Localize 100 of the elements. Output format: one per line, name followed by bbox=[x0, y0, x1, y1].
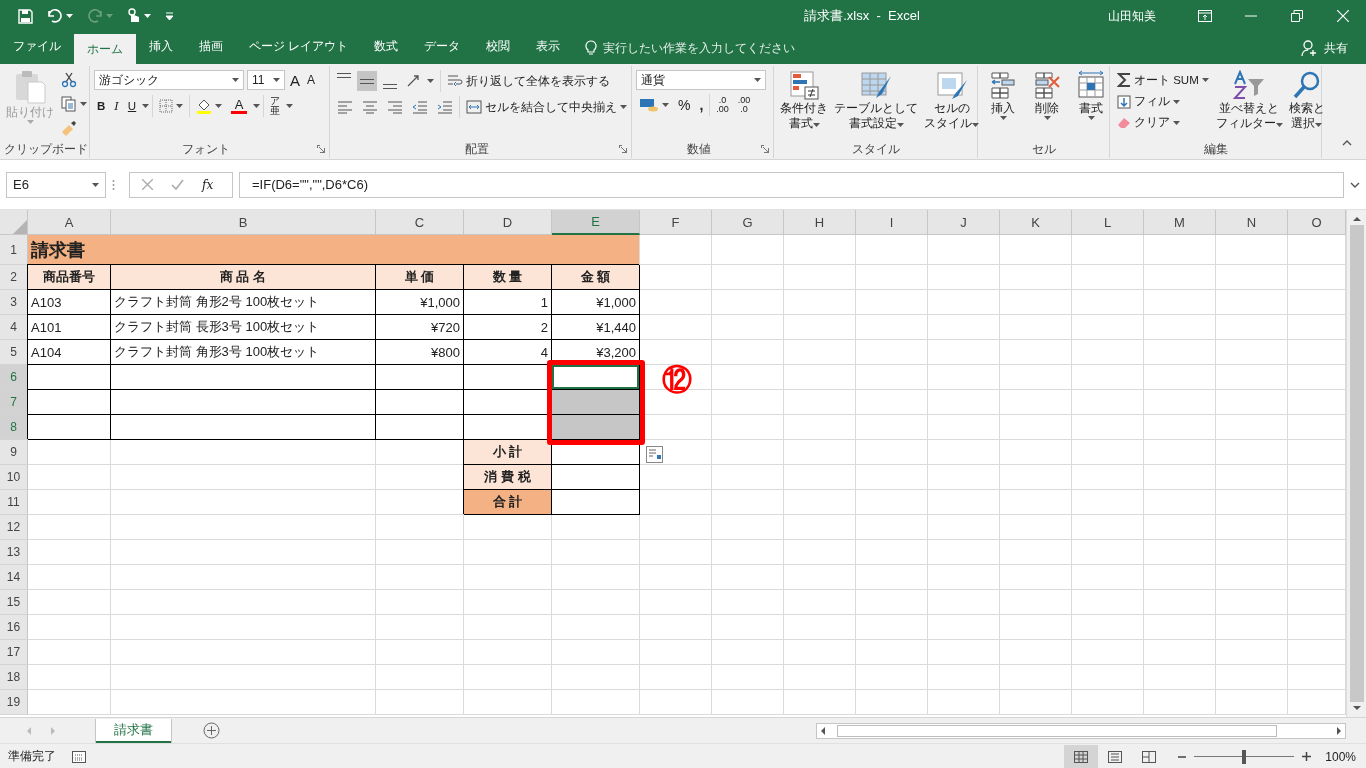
row-header[interactable]: 6 bbox=[0, 365, 28, 390]
percent-button[interactable]: % bbox=[675, 95, 694, 115]
style-button[interactable]: テーブルとして 書式設定 bbox=[832, 70, 920, 140]
dialog-launcher-icon[interactable] bbox=[761, 145, 769, 153]
tell-me-field[interactable]: 実行したい作業を入力してください bbox=[603, 39, 796, 57]
row-header[interactable]: 11 bbox=[0, 490, 28, 515]
share-button[interactable]: 共有 bbox=[1294, 32, 1354, 64]
font-name-field[interactable]: 游ゴシック bbox=[94, 70, 244, 90]
name-box[interactable]: E6 bbox=[6, 171, 106, 198]
quick-analysis-icon[interactable] bbox=[646, 446, 663, 463]
row-header[interactable]: 8 bbox=[0, 415, 28, 440]
row-header[interactable]: 7 bbox=[0, 390, 28, 415]
ribbon-tab[interactable]: データ bbox=[411, 32, 474, 64]
ribbon-tab[interactable]: ページ レイアウト bbox=[236, 32, 362, 64]
slider-thumb[interactable] bbox=[1242, 749, 1247, 764]
row-header[interactable]: 2 bbox=[0, 265, 28, 290]
horizontal-scrollbar[interactable] bbox=[816, 722, 1346, 739]
ribbon-tab[interactable]: 表示 bbox=[523, 32, 574, 64]
sheet-tab[interactable]: 請求書 bbox=[96, 718, 171, 743]
copy-button[interactable] bbox=[58, 94, 90, 114]
column-header[interactable]: L bbox=[1072, 210, 1144, 235]
scroll-down-icon[interactable] bbox=[1352, 706, 1361, 711]
autosum-button[interactable]: オート SUM bbox=[1114, 70, 1212, 90]
row-header[interactable]: 4 bbox=[0, 315, 28, 340]
save-button[interactable] bbox=[16, 6, 35, 26]
merge-center-button[interactable]: セルを結合して中央揃え bbox=[463, 97, 630, 117]
column-header[interactable]: G bbox=[712, 210, 784, 235]
scroll-up-icon[interactable] bbox=[1352, 216, 1361, 221]
ribbon-tab[interactable]: 描画 bbox=[186, 32, 236, 64]
add-sheet-icon[interactable] bbox=[203, 722, 220, 739]
underline-button[interactable]: U bbox=[124, 98, 140, 114]
grow-font-button[interactable]: A bbox=[288, 71, 302, 89]
row-header[interactable]: 12 bbox=[0, 515, 28, 540]
ribbon-tab[interactable]: 挿入 bbox=[136, 32, 186, 64]
column-header[interactable]: H bbox=[784, 210, 856, 235]
edit-button[interactable]: 検索と 選択 bbox=[1286, 70, 1327, 140]
column-header[interactable]: C bbox=[376, 210, 464, 235]
zoom-level[interactable]: 100% bbox=[1325, 749, 1356, 764]
scroll-thumb[interactable] bbox=[1349, 225, 1364, 702]
dialog-launcher-icon[interactable] bbox=[619, 145, 627, 153]
normal-view-button[interactable] bbox=[1064, 744, 1099, 768]
row-header[interactable]: 18 bbox=[0, 665, 28, 690]
zoom-in-icon[interactable] bbox=[1302, 752, 1312, 761]
comma-button[interactable]: , bbox=[696, 95, 707, 115]
scroll-right-icon[interactable] bbox=[1337, 726, 1342, 735]
row-header[interactable]: 13 bbox=[0, 540, 28, 565]
column-header[interactable]: K bbox=[1000, 210, 1072, 235]
formula-field[interactable]: =IF(D6="","",D6*C6) bbox=[239, 171, 1344, 198]
ribbon-tab[interactable]: ホーム bbox=[74, 34, 136, 64]
row-header[interactable]: 5 bbox=[0, 340, 28, 365]
font-size-field[interactable]: 11 bbox=[247, 70, 285, 90]
macro-record-icon[interactable] bbox=[72, 750, 86, 763]
expand-icon[interactable] bbox=[1350, 181, 1360, 188]
column-header[interactable]: O bbox=[1288, 210, 1346, 235]
shrink-font-button[interactable]: A bbox=[305, 73, 318, 87]
user-name[interactable]: 山田知美 bbox=[1108, 7, 1156, 25]
scroll-left-icon[interactable] bbox=[820, 726, 825, 735]
column-header[interactable]: I bbox=[856, 210, 928, 235]
cells-button[interactable]: 挿入 bbox=[982, 70, 1024, 140]
row-header[interactable]: 1 bbox=[0, 235, 28, 265]
fill-button[interactable]: フィル bbox=[1114, 92, 1212, 111]
cells-button[interactable]: 削除 bbox=[1026, 70, 1068, 140]
cells-button[interactable]: 書式 bbox=[1070, 70, 1112, 140]
column-header[interactable]: F bbox=[640, 210, 712, 235]
column-header[interactable]: J bbox=[928, 210, 1000, 235]
column-header[interactable]: B bbox=[111, 210, 376, 235]
decrease-decimal-button[interactable]: .00 .0 bbox=[734, 94, 754, 116]
row-header[interactable]: 3 bbox=[0, 290, 28, 315]
row-header[interactable]: 16 bbox=[0, 615, 28, 640]
column-header[interactable]: N bbox=[1216, 210, 1288, 235]
phonetic-button[interactable]: ア 亜 bbox=[267, 94, 284, 118]
column-header[interactable]: A bbox=[28, 210, 111, 235]
customize-toolbar-button[interactable] bbox=[163, 10, 176, 22]
column-header[interactable]: E bbox=[552, 210, 640, 235]
wrap-text-button[interactable]: 折り返して全体を表示する bbox=[444, 71, 613, 91]
row-header[interactable]: 15 bbox=[0, 590, 28, 615]
ribbon-tab[interactable]: 数式 bbox=[361, 32, 412, 64]
font-color-button[interactable]: A bbox=[228, 96, 251, 116]
collapse-ribbon-icon[interactable] bbox=[1342, 140, 1352, 146]
dialog-launcher-icon[interactable] bbox=[317, 145, 325, 153]
insert-function-button[interactable]: fx bbox=[202, 177, 214, 192]
column-header[interactable]: M bbox=[1144, 210, 1216, 235]
row-header[interactable]: 14 bbox=[0, 565, 28, 590]
increase-decimal-button[interactable]: .0 .00 bbox=[713, 94, 732, 116]
row-header[interactable]: 17 bbox=[0, 640, 28, 665]
row-header[interactable]: 19 bbox=[0, 690, 28, 715]
style-button[interactable]: セルの スタイル bbox=[922, 70, 981, 140]
ribbon-tab[interactable]: ファイル bbox=[0, 32, 74, 64]
vertical-align-button[interactable] bbox=[357, 71, 377, 91]
scroll-thumb[interactable] bbox=[837, 724, 1277, 737]
ribbon-tab[interactable]: 校閲 bbox=[473, 32, 524, 64]
number-format-field[interactable]: 通貨 bbox=[636, 70, 766, 90]
undo-button[interactable] bbox=[45, 7, 75, 25]
clear-button[interactable]: クリア bbox=[1114, 113, 1212, 132]
edit-button[interactable]: 並べ替えと フィルター bbox=[1213, 70, 1285, 140]
zoom-out-icon[interactable] bbox=[1178, 755, 1187, 758]
italic-button[interactable]: I bbox=[111, 97, 122, 115]
style-button[interactable]: 条件付き 書式 bbox=[778, 70, 830, 140]
column-header[interactable]: D bbox=[464, 210, 552, 235]
row-header[interactable]: 10 bbox=[0, 465, 28, 490]
